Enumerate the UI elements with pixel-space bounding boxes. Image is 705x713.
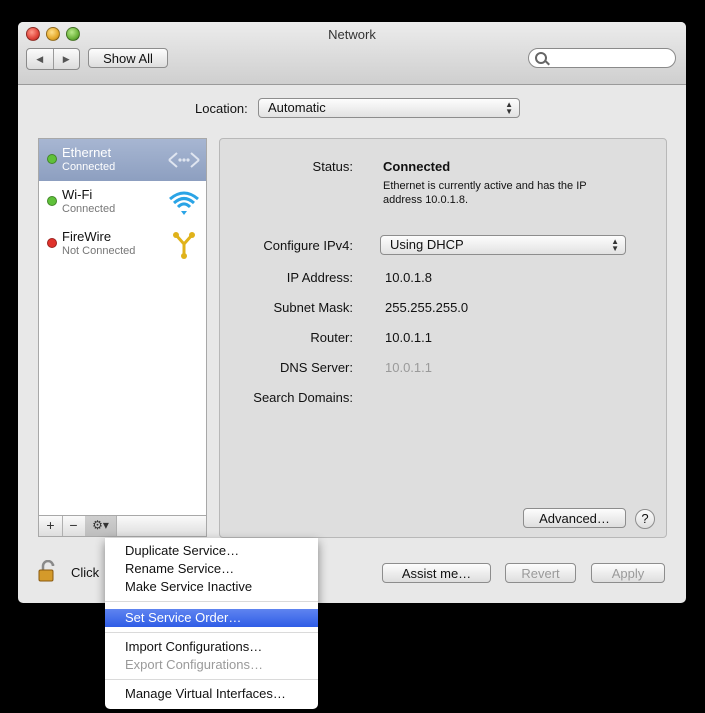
subnet-mask-label: Subnet Mask: xyxy=(273,300,354,315)
service-status: Not Connected xyxy=(62,245,136,257)
gear-action-menu: Duplicate Service… Rename Service… Make … xyxy=(105,538,318,709)
location-value: Automatic xyxy=(268,100,326,115)
menu-item-manage-virtual-interfaces[interactable]: Manage Virtual Interfaces… xyxy=(105,685,318,703)
subnet-mask-value: 255.255.255.0 xyxy=(385,300,469,315)
gear-menu-button[interactable]: ⚙▾ xyxy=(85,516,117,536)
menu-item-rename-service[interactable]: Rename Service… xyxy=(105,560,318,578)
router-value: 10.0.1.1 xyxy=(385,330,432,345)
forward-arrow-icon[interactable]: ▶ xyxy=(54,49,80,69)
ethernet-icon xyxy=(168,152,200,168)
assist-me-button[interactable]: Assist me… xyxy=(382,563,491,583)
apply-button[interactable]: Apply xyxy=(591,563,665,583)
revert-button[interactable]: Revert xyxy=(505,563,576,583)
ip-address-label: IP Address: xyxy=(286,270,353,285)
show-all-button[interactable]: Show All xyxy=(88,48,168,68)
help-button[interactable]: ? xyxy=(635,509,655,529)
service-item-ethernet[interactable]: Ethernet Connected xyxy=(39,139,206,181)
title-bar: Network ◀ ▶ Show All xyxy=(18,22,686,85)
service-status: Connected xyxy=(62,161,116,173)
menu-item-export-configurations: Export Configurations… xyxy=(125,657,264,672)
popup-arrows-icon: ▲ ▼ xyxy=(611,237,619,253)
service-name: FireWire xyxy=(62,229,112,244)
menu-item-set-service-order[interactable]: Set Service Order… xyxy=(105,609,318,627)
menu-item-duplicate-service[interactable]: Duplicate Service… xyxy=(105,542,318,560)
configure-ipv4-label: Configure IPv4: xyxy=(263,238,353,253)
search-domains-label: Search Domains: xyxy=(253,390,353,405)
location-popup[interactable]: Automatic ▲ ▼ xyxy=(258,98,520,118)
status-dot-icon xyxy=(47,154,57,164)
advanced-button[interactable]: Advanced… xyxy=(523,508,626,528)
status-label: Status: xyxy=(312,159,353,174)
service-detail-panel: Status: Connected Ethernet is currently … xyxy=(219,138,667,538)
menu-separator xyxy=(105,632,318,633)
menu-item-make-service-inactive[interactable]: Make Service Inactive xyxy=(105,578,318,596)
network-preferences-window: Network ◀ ▶ Show All Location: Automatic… xyxy=(18,22,686,603)
service-list-toolbar: + − ⚙▾ xyxy=(38,516,207,537)
dns-server-label: DNS Server: xyxy=(280,360,353,375)
service-status: Connected xyxy=(62,203,116,215)
status-value: Connected xyxy=(383,159,451,174)
status-description-line1: Ethernet is currently active and has the… xyxy=(383,180,587,192)
menu-item-import-configurations[interactable]: Import Configurations… xyxy=(105,638,318,656)
service-name: Ethernet xyxy=(62,145,112,160)
ip-address-value: 10.0.1.8 xyxy=(385,270,432,285)
menu-separator xyxy=(105,679,318,680)
router-label: Router: xyxy=(310,330,353,345)
lock-text: Click xyxy=(71,565,100,580)
popup-arrows-icon: ▲ ▼ xyxy=(505,100,513,116)
window-title: Network xyxy=(328,27,376,42)
firewire-icon xyxy=(173,232,195,259)
wifi-icon xyxy=(169,191,199,215)
add-service-button[interactable]: + xyxy=(39,516,63,536)
back-arrow-icon[interactable]: ◀ xyxy=(27,49,54,69)
remove-service-button[interactable]: − xyxy=(62,516,86,536)
service-item-wifi[interactable]: Wi-Fi Connected xyxy=(39,181,206,223)
configure-ipv4-popup[interactable]: Using DHCP ▲ ▼ xyxy=(380,235,626,255)
configure-ipv4-value: Using DHCP xyxy=(390,237,464,252)
menu-separator xyxy=(105,601,318,602)
lock-icon[interactable] xyxy=(38,560,58,582)
service-item-firewire[interactable]: FireWire Not Connected xyxy=(39,223,206,265)
service-list: Ethernet Connected Wi-Fi Connected FireW… xyxy=(38,138,207,516)
dns-server-value: 10.0.1.1 xyxy=(385,360,432,375)
status-dot-icon xyxy=(47,196,57,206)
status-description-line2: address 10.0.1.8. xyxy=(383,194,469,206)
back-forward-control: ◀ ▶ xyxy=(26,48,80,70)
location-label: Location: xyxy=(195,101,248,116)
search-field[interactable] xyxy=(528,48,676,68)
status-dot-icon xyxy=(47,238,57,248)
search-icon xyxy=(535,52,547,64)
service-name: Wi-Fi xyxy=(62,187,93,202)
